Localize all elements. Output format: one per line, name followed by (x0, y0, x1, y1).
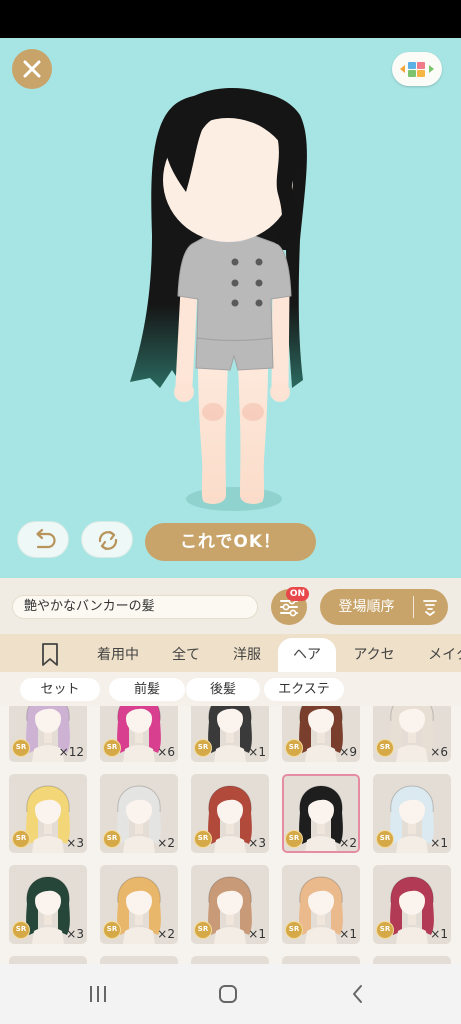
item-card[interactable] (191, 956, 269, 964)
rotate-icon (98, 530, 118, 551)
rarity-badge: SR (103, 830, 121, 848)
rarity-badge: SR (194, 739, 212, 757)
item-grid-inner: SR ×12 SR ×6 SR ×1 SR ×9 SR ×6 SR ×3 SR ×2 SR ×3 SR ×2 SR ×… (9, 706, 451, 964)
undo-button[interactable] (17, 521, 69, 558)
rarity-badge: SR (285, 739, 303, 757)
item-card[interactable]: SR ×3 (9, 865, 87, 944)
item-card[interactable]: SR ×1 (373, 865, 451, 944)
filter-on-badge: ON (286, 587, 309, 601)
item-card[interactable]: SR ×1 (191, 865, 269, 944)
item-card[interactable] (282, 956, 360, 964)
item-card[interactable]: SR ×1 (282, 865, 360, 944)
rarity-badge: SR (194, 921, 212, 939)
item-card[interactable] (100, 956, 178, 964)
back-icon[interactable] (348, 984, 368, 1004)
item-count: ×1 (430, 836, 448, 850)
rarity-badge: SR (103, 921, 121, 939)
item-card[interactable]: SR ×6 (373, 706, 451, 762)
rarity-badge: SR (376, 830, 394, 848)
layout-toggle-button[interactable] (392, 52, 442, 86)
toolbar: 艶やかなバンカーの髪 ON 登場順序 (0, 578, 461, 634)
status-bar (0, 0, 461, 38)
sort-divider (413, 596, 414, 618)
item-card[interactable]: SR ×2 (100, 865, 178, 944)
confirm-button[interactable]: これでOK！ (145, 523, 316, 561)
item-count: ×12 (58, 745, 84, 759)
item-card[interactable]: SR ×2 (282, 774, 360, 853)
item-count: ×3 (66, 927, 84, 941)
sort-order-icon (423, 600, 437, 616)
close-icon (23, 60, 41, 78)
item-card[interactable] (9, 956, 87, 964)
subtab-back-hair[interactable]: 後髪 (186, 678, 260, 701)
tab-clothes[interactable]: 洋服 (225, 638, 269, 672)
sort-label: 登場順序 (338, 599, 395, 615)
item-card[interactable]: SR ×6 (100, 706, 178, 762)
rarity-badge: SR (285, 830, 303, 848)
item-count: ×6 (430, 745, 448, 759)
tab-all[interactable]: 全て (164, 638, 208, 672)
item-card[interactable]: SR ×1 (191, 706, 269, 762)
item-count: ×1 (248, 927, 266, 941)
close-button[interactable] (12, 49, 52, 89)
item-card[interactable]: SR ×3 (9, 774, 87, 853)
category-tabs: 着用中 全て 洋服 ヘア アクセ メイク (0, 634, 461, 672)
item-count: ×9 (339, 745, 357, 759)
rarity-badge: SR (376, 739, 394, 757)
subtab-front-hair[interactable]: 前髪 (109, 678, 185, 701)
item-card[interactable]: SR ×3 (191, 774, 269, 853)
tab-makeup[interactable]: メイク (421, 638, 461, 672)
home-icon[interactable] (218, 984, 238, 1004)
undo-icon (36, 528, 56, 549)
system-nav-bar (0, 964, 461, 1024)
tab-hair[interactable]: ヘア (278, 638, 336, 672)
rarity-badge: SR (285, 921, 303, 939)
subtab-set[interactable]: セット (20, 678, 100, 701)
item-count: ×2 (157, 927, 175, 941)
search-value: 艶やかなバンカーの髪 (24, 599, 155, 614)
item-count: ×1 (339, 927, 357, 941)
rarity-badge: SR (12, 739, 30, 757)
item-card[interactable]: SR ×1 (373, 774, 451, 853)
item-count: ×2 (157, 836, 175, 850)
rarity-badge: SR (376, 921, 394, 939)
item-grid: SR ×12 SR ×6 SR ×1 SR ×9 SR ×6 SR ×3 SR ×2 SR ×3 SR ×2 SR ×… (0, 706, 461, 964)
hair-thumbnail-icon (299, 785, 343, 853)
search-input[interactable]: 艶やかなバンカーの髪 (12, 595, 258, 619)
item-count: ×2 (339, 836, 357, 850)
bookmark-icon (42, 643, 58, 666)
rarity-badge: SR (194, 830, 212, 848)
item-card[interactable]: SR ×9 (282, 706, 360, 762)
avatar-preview (130, 88, 307, 511)
rarity-badge: SR (103, 739, 121, 757)
item-count: ×3 (66, 836, 84, 850)
item-count: ×3 (248, 836, 266, 850)
recent-apps-icon[interactable] (88, 984, 108, 1004)
tab-bookmark[interactable] (38, 638, 62, 672)
item-count: ×1 (430, 927, 448, 941)
item-card[interactable]: SR ×2 (100, 774, 178, 853)
subtab-extensions[interactable]: エクステ (264, 678, 344, 701)
tab-accessories[interactable]: アクセ (346, 638, 402, 672)
rotate-button[interactable] (81, 521, 133, 558)
sort-button[interactable]: 登場順序 (320, 589, 448, 625)
item-count: ×1 (248, 745, 266, 759)
tab-wearing[interactable]: 着用中 (91, 638, 145, 672)
avatar-preview-area: これでOK！ (0, 38, 461, 578)
item-count: ×6 (157, 745, 175, 759)
item-card[interactable]: SR ×12 (9, 706, 87, 762)
rarity-badge: SR (12, 830, 30, 848)
layout-toggle-icon (400, 62, 434, 77)
rarity-badge: SR (12, 921, 30, 939)
hair-subtabs: セット 前髪 後髪 エクステ (0, 672, 461, 706)
item-card[interactable] (373, 956, 451, 964)
